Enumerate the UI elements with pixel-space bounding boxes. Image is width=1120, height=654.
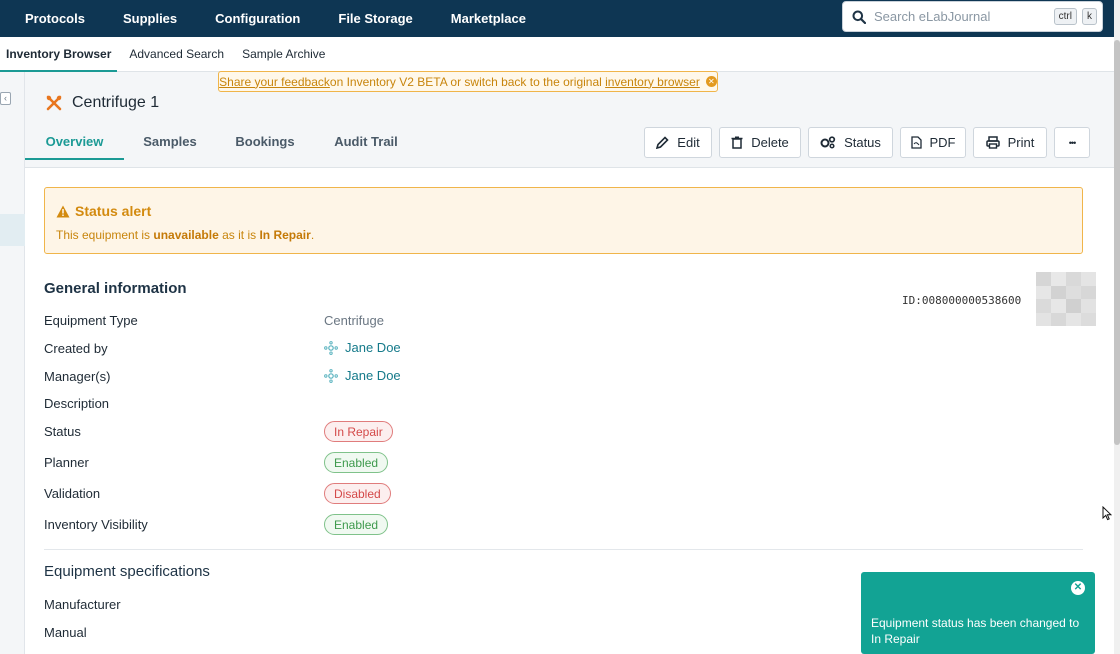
- created-by-user-link[interactable]: Jane Doe: [324, 340, 401, 355]
- search-placeholder: Search eLabJournal: [874, 9, 991, 24]
- planner-badge: Enabled: [324, 452, 389, 473]
- manager-user-link[interactable]: Jane Doe: [324, 368, 401, 383]
- equipment-specs-heading: Equipment specifications: [44, 563, 210, 580]
- shortcut-k-key: k: [1082, 8, 1097, 25]
- more-actions-button[interactable]: •••: [1054, 127, 1090, 158]
- print-button[interactable]: Print: [973, 127, 1047, 158]
- collapse-sidebar-icon[interactable]: ‹: [0, 92, 11, 105]
- banner-text: on Inventory V2 BETA or switch back to t…: [329, 74, 606, 89]
- left-sidebar: ‹: [0, 72, 25, 654]
- manual-label: Manual: [44, 625, 87, 640]
- created-by-label: Created by: [44, 341, 108, 356]
- nav-supplies[interactable]: Supplies: [104, 11, 196, 26]
- nav-marketplace[interactable]: Marketplace: [432, 11, 545, 26]
- sidebar-selected-item[interactable]: [0, 214, 25, 246]
- search-input[interactable]: Search eLabJournal ctrl k: [842, 1, 1103, 32]
- edit-button[interactable]: Edit: [644, 127, 712, 158]
- page-title: Centrifuge 1: [72, 94, 160, 111]
- subnav-inventory-browser[interactable]: Inventory Browser: [0, 37, 118, 72]
- alert-title-text: Status alert: [75, 203, 152, 219]
- equipment-type-value: Centrifuge: [324, 313, 384, 328]
- nav-configuration[interactable]: Configuration: [196, 11, 319, 26]
- section-divider: [44, 549, 1083, 550]
- alert-msg-mid: as it is: [218, 228, 260, 242]
- status-button-label: Status: [844, 135, 881, 150]
- item-header: Centrifuge 1: [46, 94, 159, 112]
- pdf-button[interactable]: PDF: [900, 127, 966, 158]
- managers-label: Manager(s): [44, 369, 111, 384]
- feedback-banner: Share your feedback on Inventory V2 BETA…: [218, 71, 718, 92]
- status-label: Status: [44, 424, 81, 439]
- pdf-button-label: PDF: [929, 135, 956, 150]
- gears-icon: [820, 136, 836, 149]
- pencil-icon: [656, 136, 669, 149]
- top-navbar: Protocols Supplies Configuration File St…: [0, 0, 1114, 37]
- subnav-sample-archive[interactable]: Sample Archive: [236, 37, 331, 72]
- toast-close-icon[interactable]: ✕: [1071, 581, 1085, 595]
- search-icon: [852, 10, 866, 24]
- delete-button[interactable]: Delete: [719, 127, 801, 158]
- created-by-value: Jane Doe: [345, 340, 401, 355]
- nav-protocols[interactable]: Protocols: [0, 11, 104, 26]
- nav-file-storage[interactable]: File Storage: [319, 11, 431, 26]
- validation-label: Validation: [44, 486, 101, 501]
- validation-badge: Disabled: [324, 483, 391, 504]
- page-scrollbar[interactable]: [1114, 0, 1120, 654]
- inventory-visibility-label: Inventory Visibility: [44, 517, 148, 532]
- sub-navbar: Inventory Browser Advanced Search Sample…: [0, 37, 1114, 72]
- alert-message: This equipment is unavailable as it is I…: [56, 228, 314, 242]
- alert-in-repair: In Repair: [259, 228, 311, 242]
- scrollbar-thumb[interactable]: [1114, 40, 1120, 445]
- planner-label: Planner: [44, 455, 89, 470]
- status-button[interactable]: Status: [808, 127, 893, 158]
- feedback-link[interactable]: Share your feedback: [219, 75, 330, 89]
- status-badge: In Repair: [324, 421, 393, 442]
- tab-bookings[interactable]: Bookings: [232, 126, 298, 160]
- printer-icon: [985, 136, 1000, 149]
- alert-msg-prefix: This equipment is: [56, 228, 154, 242]
- managers-value: Jane Doe: [345, 368, 401, 383]
- delete-button-label: Delete: [751, 135, 789, 150]
- inventory-visibility-badge: Enabled: [324, 514, 389, 535]
- alert-msg-suffix: .: [310, 228, 315, 242]
- shortcut-ctrl-key: ctrl: [1053, 8, 1077, 25]
- description-label: Description: [44, 396, 110, 411]
- status-changed-toast: ✕ Equipment status has been changed to I…: [861, 572, 1095, 654]
- toast-message: Equipment status has been changed to In …: [871, 616, 1080, 646]
- status-alert: Status alert This equipment is unavailab…: [44, 187, 1083, 254]
- user-molecule-icon: [324, 368, 338, 383]
- user-molecule-icon: [324, 340, 338, 355]
- manufacturer-label: Manufacturer: [44, 597, 121, 612]
- qr-code-image: [1036, 272, 1096, 326]
- banner-close-icon[interactable]: ✕: [705, 76, 717, 87]
- tab-audit-trail[interactable]: Audit Trail: [330, 126, 402, 160]
- file-pdf-icon: [910, 136, 922, 149]
- tab-samples[interactable]: Samples: [137, 126, 203, 160]
- original-browser-link[interactable]: inventory browser: [605, 75, 700, 89]
- equipment-id: ID:008000000538600: [902, 294, 1022, 307]
- mouse-cursor-icon: [1102, 506, 1112, 521]
- ellipsis-icon: •••: [1068, 137, 1077, 148]
- warning-icon: [56, 205, 70, 217]
- print-button-label: Print: [1007, 135, 1035, 150]
- subnav-advanced-search[interactable]: Advanced Search: [123, 37, 230, 72]
- tab-overview[interactable]: Overview: [25, 126, 124, 160]
- edit-button-label: Edit: [677, 135, 700, 150]
- general-info-heading: General information: [44, 280, 187, 297]
- tools-icon: [46, 95, 62, 111]
- trash-icon: [731, 136, 743, 149]
- equipment-type-label: Equipment Type: [44, 313, 138, 328]
- alert-unavailable: unavailable: [153, 228, 219, 242]
- alert-title: Status alert: [56, 203, 151, 219]
